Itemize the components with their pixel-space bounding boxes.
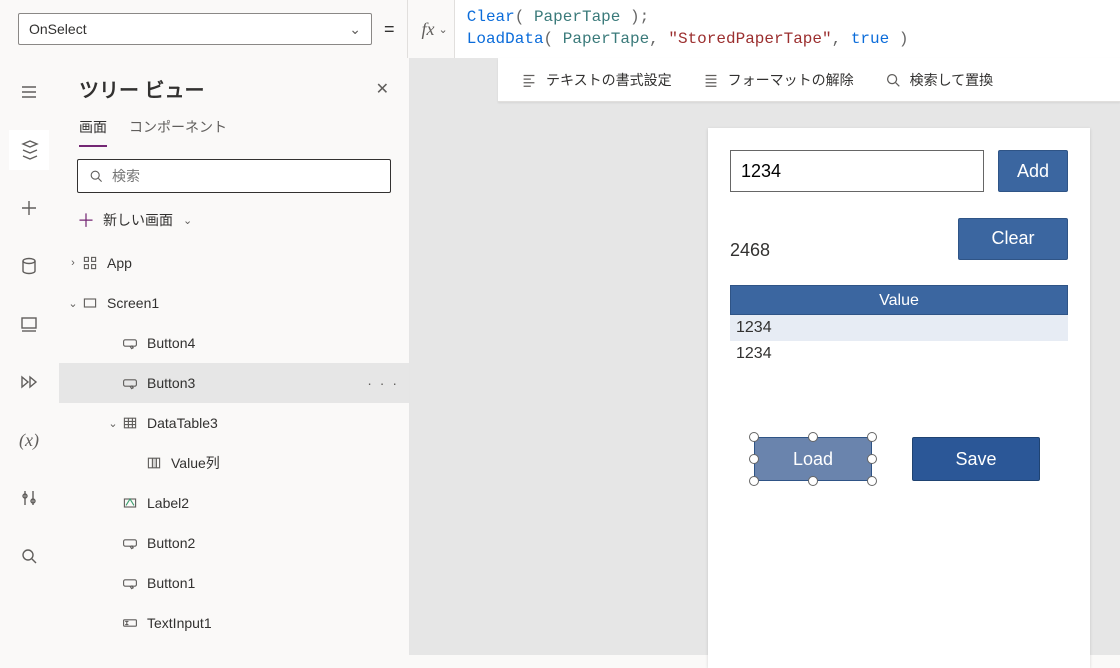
tree-item-Button1[interactable]: Button1 bbox=[59, 563, 409, 603]
resize-handle[interactable] bbox=[808, 476, 818, 486]
formula-bar[interactable]: Clear( PaperTape ); LoadData( PaperTape,… bbox=[454, 0, 1120, 58]
tree-item-DataTable3[interactable]: ⌄ DataTable3 bbox=[59, 403, 409, 443]
grid-icon bbox=[81, 254, 99, 272]
tree-item-Label2[interactable]: Label2 bbox=[59, 483, 409, 523]
save-button[interactable]: Save bbox=[912, 437, 1040, 481]
tree-item-App[interactable]: › App bbox=[59, 243, 409, 283]
tree-view-title: ツリー ビュー bbox=[79, 74, 376, 103]
format-text-icon bbox=[520, 71, 538, 89]
remove-format-button[interactable]: フォーマットの解除 bbox=[702, 70, 854, 90]
textinput-icon bbox=[121, 614, 139, 632]
tree-view-icon[interactable] bbox=[9, 130, 49, 170]
column-icon bbox=[145, 454, 163, 472]
table-row[interactable]: 1234 bbox=[730, 341, 1068, 367]
clear-button[interactable]: Clear bbox=[958, 218, 1068, 260]
tree-item-label: App bbox=[107, 255, 132, 271]
more-icon[interactable]: · · · bbox=[367, 375, 399, 391]
search-icon[interactable] bbox=[9, 536, 49, 576]
tab-screens[interactable]: 画面 bbox=[79, 117, 107, 147]
tree-list: › App ⌄ Screen1 Button4 Button3 · · · ⌄ DataTabl… bbox=[59, 243, 409, 643]
button-icon bbox=[121, 334, 139, 352]
equals-sign: = bbox=[384, 19, 395, 40]
expand-icon[interactable]: ⌄ bbox=[65, 297, 81, 310]
tree-item-Button4[interactable]: Button4 bbox=[59, 323, 409, 363]
button-icon bbox=[121, 534, 139, 552]
data-table[interactable]: Value 12341234 bbox=[730, 285, 1068, 367]
table-row[interactable]: 1234 bbox=[730, 315, 1068, 341]
property-name: OnSelect bbox=[29, 21, 87, 37]
fx-icon: fx bbox=[422, 19, 435, 40]
new-screen-label: 新しい画面 bbox=[103, 210, 173, 230]
tree-item-Button2[interactable]: Button2 bbox=[59, 523, 409, 563]
text-input[interactable] bbox=[730, 150, 984, 192]
canvas-area[interactable]: テキストの書式設定 フォーマットの解除 検索して置換 bbox=[410, 58, 1120, 655]
tree-item-Value列[interactable]: Value列 bbox=[59, 443, 409, 483]
resize-handle[interactable] bbox=[867, 454, 877, 464]
tree-item-label: Button4 bbox=[147, 335, 195, 351]
left-rail: (x) bbox=[0, 58, 58, 655]
formula-text[interactable]: Clear( PaperTape ); LoadData( PaperTape,… bbox=[455, 0, 1120, 50]
variables-icon[interactable]: (x) bbox=[9, 420, 49, 460]
search-icon bbox=[88, 168, 104, 184]
tree-item-Button3[interactable]: Button3 · · · bbox=[59, 363, 409, 403]
label-icon bbox=[121, 494, 139, 512]
resize-handle[interactable] bbox=[749, 454, 759, 464]
tree-item-Screen1[interactable]: ⌄ Screen1 bbox=[59, 283, 409, 323]
tree-search[interactable] bbox=[77, 159, 391, 193]
sum-label: 2468 bbox=[730, 240, 770, 261]
table-icon bbox=[121, 414, 139, 432]
plus-icon: ＋ bbox=[77, 207, 95, 233]
close-icon[interactable]: ✕ bbox=[376, 79, 389, 99]
resize-handle[interactable] bbox=[749, 432, 759, 442]
new-screen-button[interactable]: ＋ 新しい画面 ⌄ bbox=[59, 201, 409, 243]
tree-item-label: DataTable3 bbox=[147, 415, 218, 431]
chevron-down-icon: ⌄ bbox=[349, 21, 361, 38]
button-icon bbox=[121, 374, 139, 392]
hamburger-icon[interactable] bbox=[9, 72, 49, 112]
resize-handle[interactable] bbox=[808, 432, 818, 442]
property-dropdown[interactable]: OnSelect ⌄ bbox=[18, 13, 372, 45]
tree-item-TextInput1[interactable]: TextInput1 bbox=[59, 603, 409, 643]
insert-icon[interactable] bbox=[9, 188, 49, 228]
tree-item-label: Value列 bbox=[171, 453, 220, 473]
search-icon bbox=[884, 71, 902, 89]
remove-format-icon bbox=[702, 71, 720, 89]
tree-item-label: Screen1 bbox=[107, 295, 159, 311]
resize-handle[interactable] bbox=[867, 432, 877, 442]
rect-icon bbox=[81, 294, 99, 312]
advanced-tools-icon[interactable] bbox=[9, 478, 49, 518]
chevron-down-icon: ⌄ bbox=[439, 23, 448, 36]
expand-icon[interactable]: › bbox=[65, 257, 81, 269]
tree-view-panel: ツリー ビュー ✕ 画面 コンポーネント ＋ 新しい画面 ⌄ › App ⌄ Scre… bbox=[58, 58, 410, 655]
power-automate-icon[interactable] bbox=[9, 362, 49, 402]
format-text-button[interactable]: テキストの書式設定 bbox=[520, 70, 672, 90]
formula-toolbar: テキストの書式設定 フォーマットの解除 検索して置換 bbox=[498, 58, 1120, 102]
tree-item-label: Button3 bbox=[147, 375, 195, 391]
fx-button[interactable]: fx ⌄ bbox=[407, 0, 454, 58]
expand-icon[interactable]: ⌄ bbox=[105, 417, 121, 430]
data-icon[interactable] bbox=[9, 246, 49, 286]
resize-handle[interactable] bbox=[749, 476, 759, 486]
tree-item-label: Button1 bbox=[147, 575, 195, 591]
tree-item-label: TextInput1 bbox=[147, 615, 212, 631]
tree-item-label: Button2 bbox=[147, 535, 195, 551]
find-replace-button[interactable]: 検索して置換 bbox=[884, 70, 994, 90]
tree-search-input[interactable] bbox=[112, 168, 380, 184]
tab-components[interactable]: コンポーネント bbox=[129, 117, 227, 147]
tree-item-label: Label2 bbox=[147, 495, 189, 511]
data-table-header: Value bbox=[730, 285, 1068, 315]
app-preview: Add 2468 Clear Value 12341234 Load bbox=[708, 128, 1090, 668]
tree-tabs: 画面 コンポーネント bbox=[59, 111, 409, 147]
button-icon bbox=[121, 574, 139, 592]
chevron-down-icon: ⌄ bbox=[183, 214, 192, 227]
add-button[interactable]: Add bbox=[998, 150, 1068, 192]
resize-handle[interactable] bbox=[867, 476, 877, 486]
media-icon[interactable] bbox=[9, 304, 49, 344]
load-button[interactable]: Load bbox=[754, 437, 872, 481]
